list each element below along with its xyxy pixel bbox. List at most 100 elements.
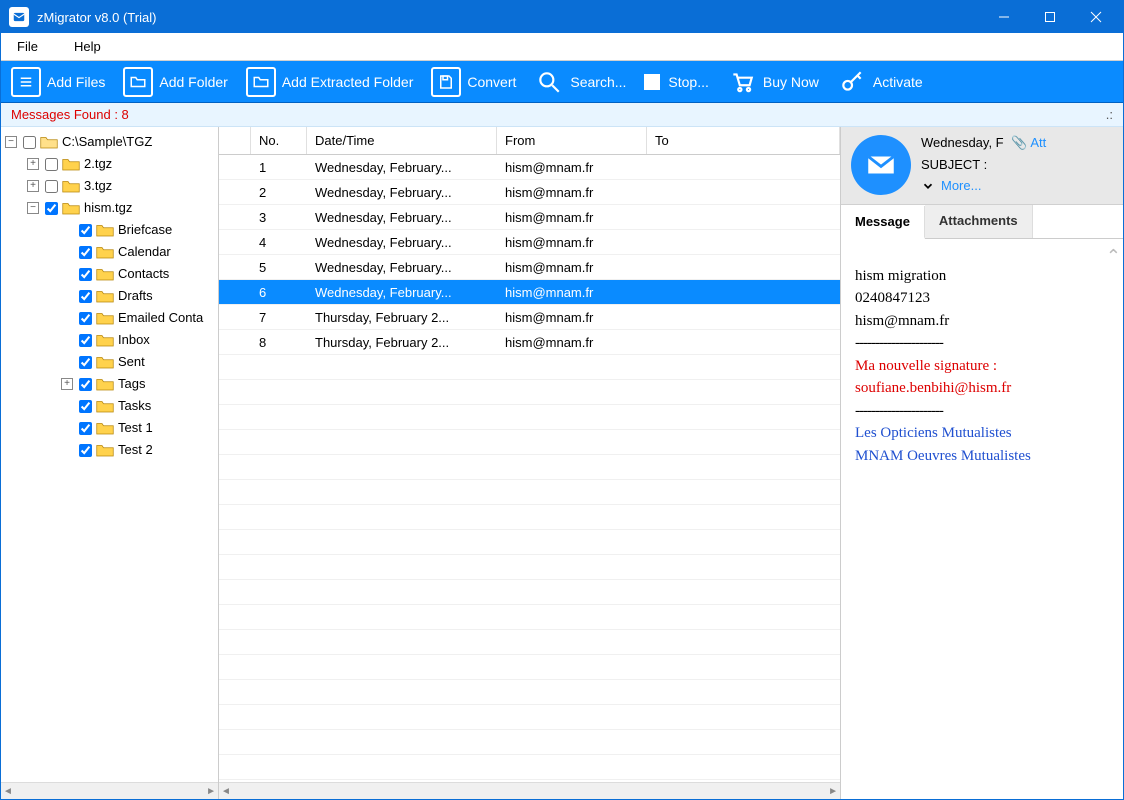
table-row[interactable]: 1 Wednesday, February... hism@mnam.fr [219, 155, 840, 180]
tree-scrollbar[interactable]: ◄► [1, 782, 218, 799]
message-grid: No. Date/Time From To 1 Wednesday, Febru… [219, 127, 841, 799]
buy-label: Buy Now [763, 74, 819, 90]
activate-label: Activate [873, 74, 923, 90]
table-row[interactable]: 2 Wednesday, February... hism@mnam.fr [219, 180, 840, 205]
table-row-empty [219, 630, 840, 655]
tree-subitem[interactable]: Emailed Conta [61, 307, 218, 329]
tab-message[interactable]: Message [841, 206, 925, 239]
tree-subitem[interactable]: +Tags [61, 373, 218, 395]
table-row[interactable]: 8 Thursday, February 2... hism@mnam.fr [219, 330, 840, 355]
add-extracted-button[interactable]: Add Extracted Folder [242, 63, 424, 101]
attachment-link[interactable]: Att [1030, 135, 1046, 150]
body-divider: ---------------------- [855, 332, 1109, 355]
tree-subitem[interactable]: Drafts [61, 285, 218, 307]
tree-root-item[interactable]: −C:\Sample\TGZ [5, 131, 218, 153]
subject-label: SUBJECT : [921, 157, 1113, 172]
grid-body: 1 Wednesday, February... hism@mnam.fr 2 … [219, 155, 840, 782]
scroll-up-icon[interactable]: ⌃ [1106, 243, 1121, 270]
folder-icon [123, 67, 153, 97]
signature-line: soufiane.benbihi@hism.fr [855, 377, 1109, 400]
table-row-empty [219, 430, 840, 455]
table-row-empty [219, 405, 840, 430]
app-icon [9, 7, 29, 27]
folder-tree[interactable]: −C:\Sample\TGZ+2.tgz+3.tgz−hism.tgzBrief… [1, 127, 219, 799]
table-row-empty [219, 705, 840, 730]
tree-subitem[interactable]: Sent [61, 351, 218, 373]
col-from[interactable]: From [497, 127, 647, 154]
cart-icon [727, 67, 757, 97]
more-toggle[interactable]: More... [921, 178, 981, 193]
table-row-empty [219, 580, 840, 605]
minimize-button[interactable] [981, 1, 1027, 33]
app-window: zMigrator v8.0 (Trial) File Help Add Fil… [0, 0, 1124, 800]
add-files-button[interactable]: Add Files [7, 63, 115, 101]
table-row-empty [219, 605, 840, 630]
col-to[interactable]: To [647, 127, 840, 154]
table-row-empty [219, 680, 840, 705]
menu-help[interactable]: Help [66, 37, 109, 56]
tree-subitem[interactable]: Calendar [61, 241, 218, 263]
table-row-empty [219, 755, 840, 780]
attachment-icon: 📎 [1011, 135, 1027, 151]
convert-button[interactable]: Convert [427, 63, 526, 101]
preview-pane: Wednesday, F 📎 Att SUBJECT : More... Mes… [841, 127, 1123, 799]
folder-open-icon [246, 67, 276, 97]
search-button[interactable]: Search... [530, 63, 636, 101]
tree-subitem[interactable]: Inbox [61, 329, 218, 351]
tree-subitem[interactable]: Briefcase [61, 219, 218, 241]
col-datetime[interactable]: Date/Time [307, 127, 497, 154]
body-line: hism@mnam.fr [855, 310, 1109, 333]
table-row[interactable]: 3 Wednesday, February... hism@mnam.fr [219, 205, 840, 230]
col-selector[interactable] [219, 127, 251, 154]
tree-item[interactable]: +2.tgz [27, 153, 218, 175]
search-icon [534, 67, 564, 97]
tree-subitem[interactable]: Contacts [61, 263, 218, 285]
grid-scrollbar[interactable]: ◄► [219, 782, 840, 799]
add-folder-button[interactable]: Add Folder [119, 63, 237, 101]
preview-date: Wednesday, F [921, 135, 1004, 150]
preview-header: Wednesday, F 📎 Att SUBJECT : More... [841, 127, 1123, 205]
table-row-empty [219, 380, 840, 405]
save-icon [431, 67, 461, 97]
tree-item[interactable]: −hism.tgz [27, 197, 218, 219]
table-row-empty [219, 530, 840, 555]
more-label: More... [941, 178, 981, 193]
body-line: hism migration [855, 265, 1109, 288]
table-row-empty [219, 655, 840, 680]
key-icon [837, 67, 867, 97]
grid-header: No. Date/Time From To [219, 127, 840, 155]
app-title: zMigrator v8.0 (Trial) [37, 10, 981, 25]
stop-icon [644, 74, 660, 90]
table-row[interactable]: 7 Thursday, February 2... hism@mnam.fr [219, 305, 840, 330]
titlebar: zMigrator v8.0 (Trial) [1, 1, 1123, 33]
table-row[interactable]: 5 Wednesday, February... hism@mnam.fr [219, 255, 840, 280]
tree-subitem[interactable]: Test 2 [61, 439, 218, 461]
buy-button[interactable]: Buy Now [723, 63, 829, 101]
menubar: File Help [1, 33, 1123, 61]
body-divider: ---------------------- [855, 400, 1109, 423]
table-row-empty [219, 355, 840, 380]
tree-subitem[interactable]: Test 1 [61, 417, 218, 439]
signature-line: Ma nouvelle signature : [855, 355, 1109, 378]
table-row-empty [219, 555, 840, 580]
mail-avatar-icon [851, 135, 911, 195]
activate-button[interactable]: Activate [833, 63, 933, 101]
tab-attachments[interactable]: Attachments [925, 205, 1033, 238]
file-icon [11, 67, 41, 97]
maximize-button[interactable] [1027, 1, 1073, 33]
add-files-label: Add Files [47, 74, 105, 90]
table-row[interactable]: 4 Wednesday, February... hism@mnam.fr [219, 230, 840, 255]
table-row-empty [219, 730, 840, 755]
table-row[interactable]: 6 Wednesday, February... hism@mnam.fr [219, 280, 840, 305]
close-button[interactable] [1073, 1, 1119, 33]
org-line: Les Opticiens Mutualistes [855, 422, 1109, 445]
menu-file[interactable]: File [9, 37, 46, 56]
col-no[interactable]: No. [251, 127, 307, 154]
main-area: −C:\Sample\TGZ+2.tgz+3.tgz−hism.tgzBrief… [1, 127, 1123, 799]
convert-label: Convert [467, 74, 516, 90]
status-overflow-icon[interactable]: .: [1106, 107, 1113, 122]
stop-button[interactable]: Stop... [640, 70, 718, 94]
tree-subitem[interactable]: Tasks [61, 395, 218, 417]
table-row-empty [219, 480, 840, 505]
tree-item[interactable]: +3.tgz [27, 175, 218, 197]
